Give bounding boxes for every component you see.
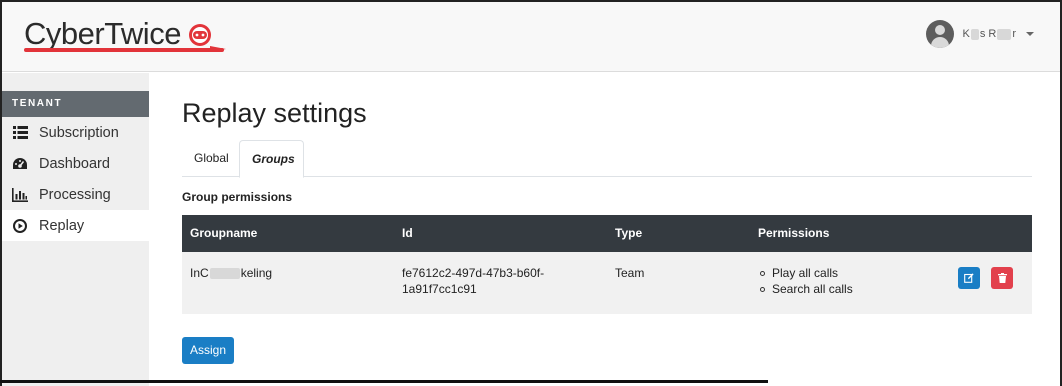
bottom-border	[0, 380, 768, 383]
tab-global[interactable]: Global	[182, 140, 241, 177]
sidebar-item-dashboard[interactable]: Dashboard	[2, 148, 149, 179]
sidebar-item-label: Dashboard	[39, 155, 110, 172]
sidebar-item-label: Subscription	[39, 124, 119, 141]
table-header: Groupname Id Type Permissions	[182, 215, 1032, 252]
edit-button[interactable]	[958, 267, 980, 289]
sidebar-item-subscription[interactable]: Subscription	[2, 117, 149, 148]
tab-groups[interactable]: Groups	[239, 140, 304, 178]
user-name: Ks Rr	[962, 28, 1016, 40]
column-header-groupname: Groupname	[190, 226, 258, 240]
sidebar-item-replay[interactable]: Replay	[2, 210, 149, 241]
groupname-cell: InC keling	[190, 266, 273, 280]
play-circle-icon	[12, 218, 28, 234]
avatar-icon	[926, 20, 955, 48]
tab-bar: Global Groups	[182, 140, 1032, 178]
delete-button[interactable]	[991, 267, 1013, 289]
assign-button[interactable]: Assign	[182, 337, 234, 364]
sidebar-item-label: Processing	[39, 186, 111, 203]
permissions-cell: Play all calls Search all calls	[758, 265, 853, 297]
logo-text: CyberTwice	[24, 16, 181, 51]
type-cell: Team	[615, 266, 645, 280]
sidebar-section-tenant: Tenant	[2, 91, 149, 117]
app-window: CyberTwice Ks Rr Tenant	[0, 0, 1062, 386]
sidebar-item-label: Replay	[39, 217, 85, 234]
id-cell: fe7612c2-497d-47b3-b60f- 1a91f7cc1c91	[402, 266, 545, 296]
trash-icon	[997, 273, 1007, 283]
top-navbar: CyberTwice Ks Rr	[2, 2, 1060, 72]
column-header-id: Id	[402, 226, 413, 240]
column-header-permissions: Permissions	[758, 226, 830, 240]
sidebar-item-processing[interactable]: Processing	[2, 179, 149, 210]
permission-item: Play all calls	[758, 265, 853, 281]
table-row: InC keling fe7612c2-497d-47b3-b60f- 1a91f…	[182, 252, 1032, 314]
bar-chart-icon	[12, 187, 28, 203]
page-title: Replay settings	[182, 98, 367, 128]
logo-underline	[24, 48, 224, 52]
column-header-type: Type	[615, 226, 643, 240]
chevron-down-icon	[1026, 32, 1034, 36]
tachometer-icon	[12, 156, 28, 172]
user-menu[interactable]: Ks Rr	[926, 20, 1034, 48]
list-icon	[12, 125, 28, 141]
edit-icon	[964, 273, 974, 283]
permission-item: Search all calls	[758, 281, 853, 297]
group-permissions-table: Groupname Id Type Permissions InC keling …	[182, 215, 1032, 314]
group-permissions-heading: Group permissions	[182, 190, 293, 204]
sidebar: Tenant Subscription Dashb	[2, 73, 149, 386]
